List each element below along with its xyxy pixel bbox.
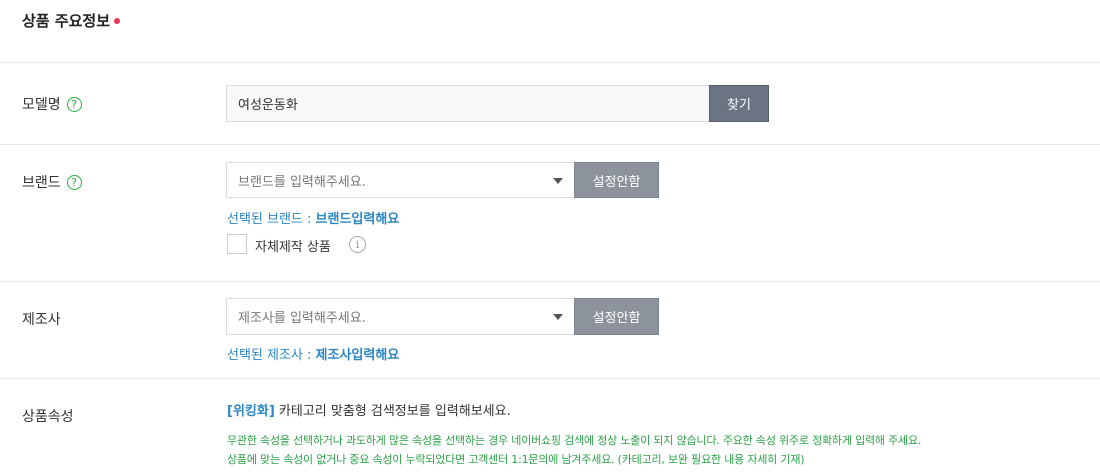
manufacturer-placeholder: 제조사를 입력해주세요. — [238, 311, 366, 326]
category-link[interactable]: [위킹화] — [227, 404, 275, 419]
divider — [0, 144, 1100, 145]
self-made-label: 자체제작 상품 — [255, 240, 331, 255]
required-dot-icon — [114, 18, 121, 24]
selected-brand-prefix: 선택된 브랜드 : — [227, 212, 316, 227]
manufacturer-unset-label: 설정안함 — [592, 311, 641, 326]
manufacturer-label-text: 제조사 — [22, 312, 61, 328]
manufacturer-label: 제조사 — [22, 309, 61, 329]
model-label: 모델명 ? — [22, 94, 82, 114]
selected-brand-text: 선택된 브랜드 : 브랜드입력해요 — [227, 208, 399, 227]
section-title: 상품 주요정보 — [22, 10, 121, 31]
chevron-down-icon — [553, 178, 563, 184]
attributes-label-text: 상품속성 — [22, 409, 74, 425]
selected-brand-value[interactable]: 브랜드입력해요 — [316, 212, 400, 227]
find-button[interactable]: 찾기 — [709, 85, 769, 122]
brand-label: 브랜드 ? — [22, 172, 82, 192]
brand-unset-label: 설정안함 — [592, 174, 641, 190]
find-button-label: 찾기 — [727, 98, 751, 113]
brand-label-text: 브랜드 — [22, 175, 61, 191]
brand-unset-button[interactable]: 설정안함 — [574, 162, 659, 198]
attributes-notice-line1: 무관한 속성을 선택하거나 과도하게 많은 속성을 선택하는 경우 네이버쇼핑 … — [227, 434, 922, 447]
info-circle-icon[interactable]: i — [349, 236, 366, 253]
attributes-guide-text: 카테고리 맞춤형 검색정보를 입력해보세요. — [274, 404, 511, 419]
brand-select[interactable]: 브랜드를 입력해주세요. — [226, 162, 575, 198]
selected-manufacturer-text: 선택된 제조사 : 제조사입력해요 — [227, 344, 399, 363]
self-made-checkbox[interactable] — [227, 234, 247, 254]
model-name-value: 여성운동화 — [238, 98, 298, 113]
manufacturer-unset-button[interactable]: 설정안함 — [574, 298, 659, 335]
chevron-down-icon — [553, 314, 563, 320]
model-label-text: 모델명 — [22, 97, 61, 113]
attributes-label: 상품속성 — [22, 406, 74, 426]
model-name-input[interactable]: 여성운동화 — [226, 85, 710, 122]
attributes-guide: [위킹화] 카테고리 맞춤형 검색정보를 입력해보세요. — [227, 400, 511, 419]
attributes-notice-line2: 상품에 맞는 속성이 없거나 중요 속성이 누락되었다면 고객센터 1:1문의에… — [227, 453, 805, 466]
selected-manufacturer-prefix: 선택된 제조사 : — [227, 348, 316, 363]
manufacturer-select[interactable]: 제조사를 입력해주세요. — [226, 298, 575, 335]
divider — [0, 62, 1100, 63]
selected-manufacturer-value[interactable]: 제조사입력해요 — [316, 348, 400, 363]
brand-placeholder: 브랜드를 입력해주세요. — [238, 174, 366, 190]
section-title-text: 상품 주요정보 — [22, 12, 111, 30]
divider — [0, 281, 1100, 282]
question-circle-icon[interactable]: ? — [66, 174, 82, 190]
divider — [0, 378, 1100, 379]
question-circle-icon[interactable]: ? — [66, 96, 82, 112]
